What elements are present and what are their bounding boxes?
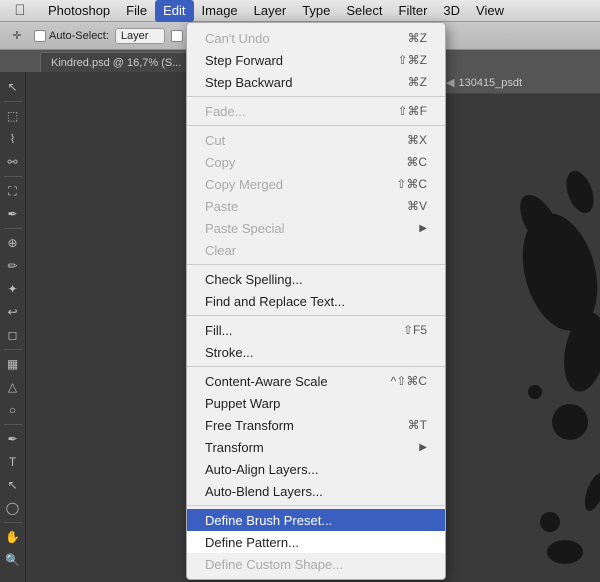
menu-item-paste[interactable]: Paste ⌘V bbox=[187, 195, 445, 217]
menu-type[interactable]: Type bbox=[294, 0, 338, 22]
menu-item-find-replace[interactable]: Find and Replace Text... bbox=[187, 290, 445, 312]
menu-layer[interactable]: Layer bbox=[246, 0, 295, 22]
path-selection-tool[interactable]: ↖ bbox=[2, 474, 24, 496]
dodge-tool[interactable]: ○ bbox=[2, 399, 24, 421]
tool-separator-6 bbox=[4, 522, 22, 523]
tool-separator-4 bbox=[4, 349, 22, 350]
menu-item-step-forward[interactable]: Step Forward ⇧⌘Z bbox=[187, 49, 445, 71]
menu-item-paste-special[interactable]: Paste Special ▶ bbox=[187, 217, 445, 239]
apple-menu[interactable]:  bbox=[0, 2, 40, 19]
move-tool-icon: ✛ bbox=[6, 25, 28, 47]
menu-item-fill[interactable]: Fill... ⇧F5 bbox=[187, 319, 445, 341]
hand-tool[interactable]: ✋ bbox=[2, 526, 24, 548]
menu-sep-1 bbox=[187, 96, 445, 97]
canvas-artwork bbox=[440, 72, 600, 582]
menu-item-puppet-warp[interactable]: Puppet Warp bbox=[187, 392, 445, 414]
blur-tool[interactable]: △ bbox=[2, 376, 24, 398]
zoom-tool[interactable]: 🔍 bbox=[2, 549, 24, 571]
menu-item-copy[interactable]: Copy ⌘C bbox=[187, 151, 445, 173]
menu-item-cant-undo[interactable]: Can't Undo ⌘Z bbox=[187, 27, 445, 49]
layer-dropdown[interactable]: Layer bbox=[115, 28, 165, 44]
crop-tool[interactable]: ⛶ bbox=[2, 180, 24, 202]
menu-item-auto-blend[interactable]: Auto-Blend Layers... bbox=[187, 480, 445, 502]
menu-bar:  Photoshop File Edit Image Layer Type S… bbox=[0, 0, 600, 22]
tool-separator-2 bbox=[4, 176, 22, 177]
tool-separator-5 bbox=[4, 424, 22, 425]
menu-item-free-transform[interactable]: Free Transform ⌘T bbox=[187, 414, 445, 436]
history-brush-tool[interactable]: ↩ bbox=[2, 301, 24, 323]
menu-item-auto-align[interactable]: Auto-Align Layers... bbox=[187, 458, 445, 480]
menu-item-check-spelling[interactable]: Check Spelling... bbox=[187, 268, 445, 290]
panel-arrow: ◀ bbox=[446, 76, 454, 89]
menu-item-transform[interactable]: Transform ▶ bbox=[187, 436, 445, 458]
panel-title: 130415_psdt bbox=[458, 77, 522, 89]
menu-item-clear[interactable]: Clear bbox=[187, 239, 445, 261]
lasso-tool[interactable]: ⌇ bbox=[2, 128, 24, 150]
menu-file[interactable]: File bbox=[118, 0, 155, 22]
document-tab[interactable]: Kindred.psd @ 16,7% (S... × bbox=[40, 52, 204, 72]
auto-select-label: Auto-Select: bbox=[49, 30, 109, 42]
menu-sep-2 bbox=[187, 125, 445, 126]
menu-select[interactable]: Select bbox=[338, 0, 390, 22]
marquee-tool[interactable]: ⬚ bbox=[2, 105, 24, 127]
quick-select-tool[interactable]: ⚯ bbox=[2, 151, 24, 173]
menu-edit[interactable]: Edit bbox=[155, 0, 193, 22]
menu-sep-5 bbox=[187, 366, 445, 367]
brush-tool[interactable]: ✏ bbox=[2, 255, 24, 277]
edit-dropdown-menu: Can't Undo ⌘Z Step Forward ⇧⌘Z Step Back… bbox=[186, 22, 446, 580]
move-tool[interactable]: ↖ bbox=[2, 76, 24, 98]
healing-brush-tool[interactable]: ⊕ bbox=[2, 232, 24, 254]
menu-photoshop[interactable]: Photoshop bbox=[40, 0, 118, 22]
tool-separator-1 bbox=[4, 101, 22, 102]
menu-item-step-backward[interactable]: Step Backward ⌘Z bbox=[187, 71, 445, 93]
transform-controls-checkbox[interactable] bbox=[171, 30, 183, 42]
menu-sep-4 bbox=[187, 315, 445, 316]
eraser-tool[interactable]: ◻ bbox=[2, 324, 24, 346]
menu-sep-3 bbox=[187, 264, 445, 265]
menu-item-copy-merged[interactable]: Copy Merged ⇧⌘C bbox=[187, 173, 445, 195]
panel-header: ◀ 130415_psdt bbox=[440, 72, 600, 94]
pen-tool[interactable]: ✒ bbox=[2, 428, 24, 450]
auto-select-group: Auto-Select: bbox=[34, 30, 109, 42]
menu-item-define-brush[interactable]: Define Brush Preset... bbox=[187, 509, 445, 531]
menu-view[interactable]: View bbox=[468, 0, 512, 22]
submenu-arrow: ▶ bbox=[419, 223, 427, 234]
auto-select-checkbox[interactable] bbox=[34, 30, 46, 42]
menu-item-fade[interactable]: Fade... ⇧⌘F bbox=[187, 100, 445, 122]
menu-item-define-pattern[interactable]: Define Pattern... bbox=[187, 531, 445, 553]
menu-3d[interactable]: 3D bbox=[435, 0, 468, 22]
menu-filter[interactable]: Filter bbox=[391, 0, 436, 22]
menu-sep-6 bbox=[187, 505, 445, 506]
transform-submenu-arrow: ▶ bbox=[419, 442, 427, 453]
gradient-tool[interactable]: ▦ bbox=[2, 353, 24, 375]
menu-item-content-aware-scale[interactable]: Content-Aware Scale ^⇧⌘C bbox=[187, 370, 445, 392]
menu-item-define-custom-shape[interactable]: Define Custom Shape... bbox=[187, 553, 445, 575]
apple-icon:  bbox=[14, 2, 25, 19]
clone-stamp-tool[interactable]: ✦ bbox=[2, 278, 24, 300]
shape-tool[interactable]: ◯ bbox=[2, 497, 24, 519]
tool-separator-3 bbox=[4, 228, 22, 229]
menu-item-stroke[interactable]: Stroke... bbox=[187, 341, 445, 363]
toolbar: ↖ ⬚ ⌇ ⚯ ⛶ ✒ ⊕ ✏ ✦ ↩ ◻ ▦ △ ○ ✒ T ↖ ◯ ✋ 🔍 bbox=[0, 72, 26, 582]
eyedropper-tool[interactable]: ✒ bbox=[2, 203, 24, 225]
type-tool[interactable]: T bbox=[2, 451, 24, 473]
menu-item-cut[interactable]: Cut ⌘X bbox=[187, 129, 445, 151]
tab-label: Kindred.psd @ 16,7% (S... bbox=[51, 57, 181, 69]
menu-image[interactable]: Image bbox=[194, 0, 246, 22]
